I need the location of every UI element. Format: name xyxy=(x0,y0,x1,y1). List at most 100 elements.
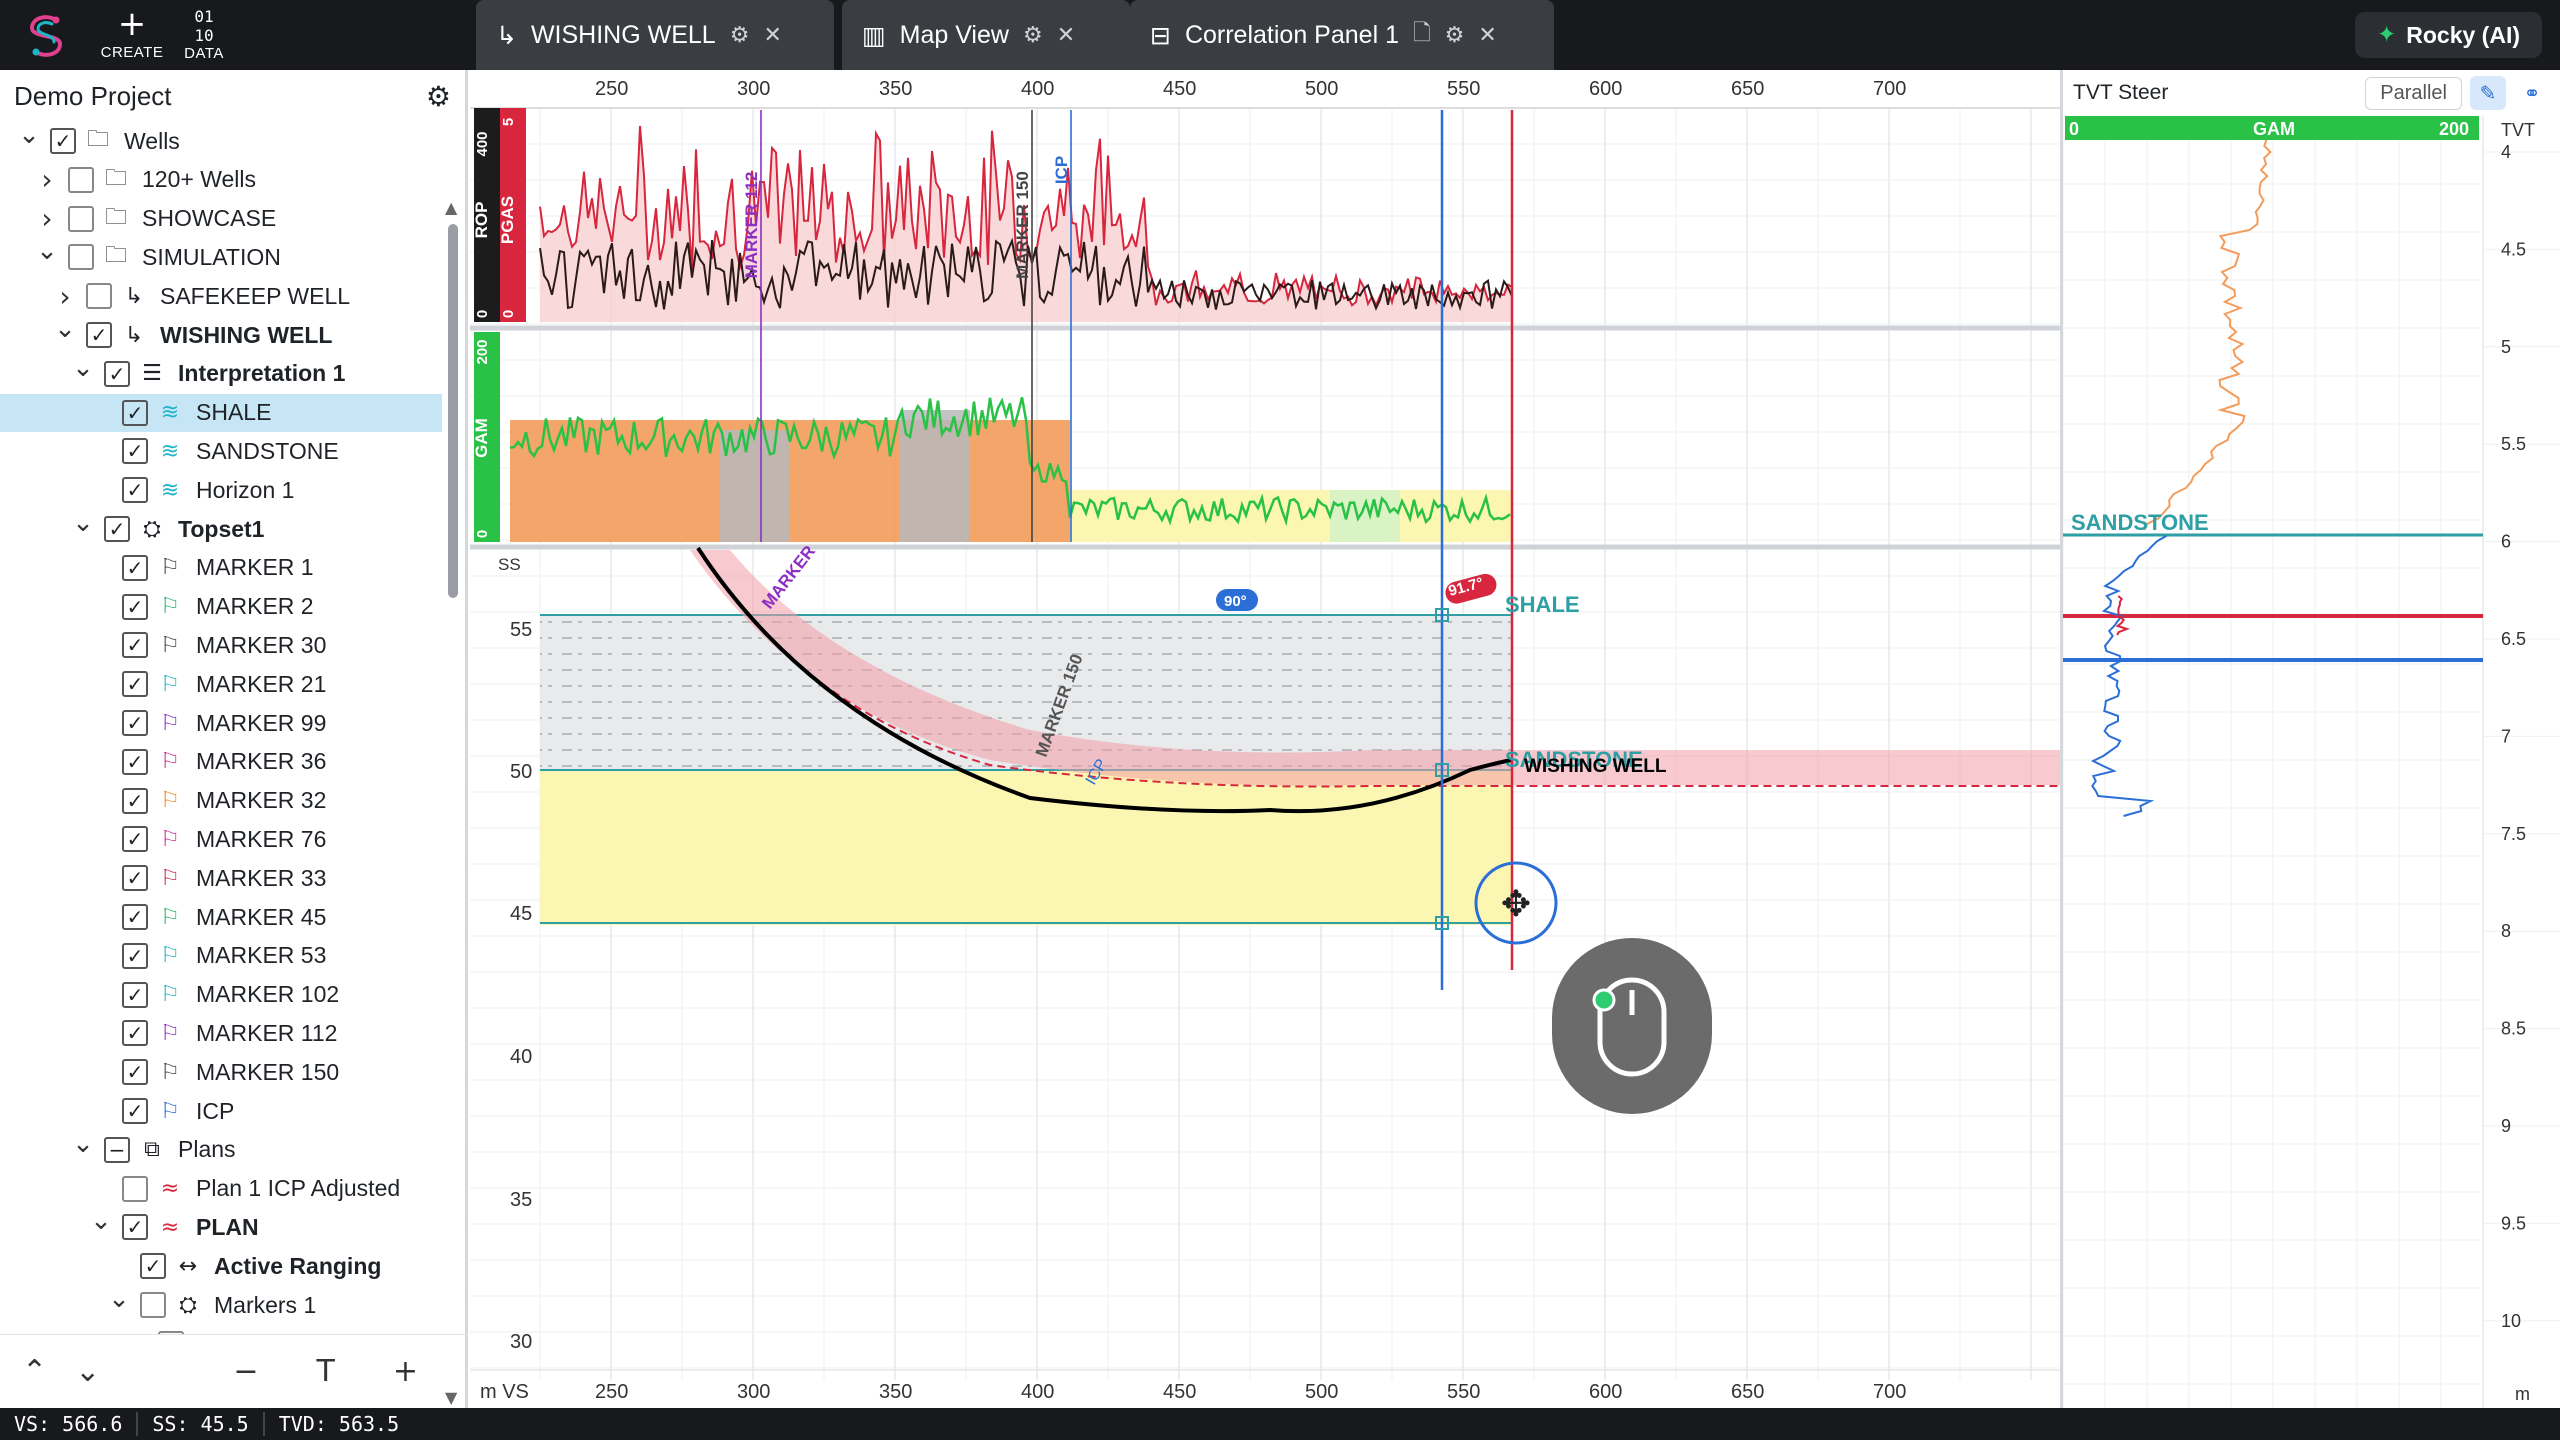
tree-item[interactable]: ✓ ⚐ MARKER 2 xyxy=(0,588,442,626)
tree-item[interactable]: ⌄ ✓ ≈ PLAN xyxy=(0,1206,442,1246)
checkbox[interactable]: ✓ xyxy=(50,128,76,154)
chevron-down-icon[interactable]: ⌄ xyxy=(34,236,60,266)
tvt-canvas[interactable]: 0 GAM 200 TVT4 4.5 5 5.5 6 6.5 7 7.5 8 8.5 9 9.5 10 m SAN… xyxy=(2063,116,2560,1408)
text-icon[interactable]: T xyxy=(317,1354,335,1389)
checkbox[interactable]: ✓ xyxy=(122,710,148,736)
cross-section-panel[interactable]: ROP 400 0 PGAS 5 0 GAM 200 0 SHALE SANDST… xyxy=(470,70,2060,1408)
tree-item[interactable]: ⌄ ✓ ⛭ Topset1 xyxy=(0,508,442,548)
checkbox[interactable]: ✓ xyxy=(122,671,148,698)
pencil-icon[interactable]: ✎ xyxy=(2470,76,2506,110)
checkbox[interactable]: ✓ xyxy=(122,865,148,892)
chevron-down-icon[interactable]: ⌄ xyxy=(70,353,96,383)
tree-item[interactable]: ✓ ⚐ MARKER 76 xyxy=(0,820,442,858)
chevron-down-icon[interactable]: ⌄ xyxy=(16,122,42,150)
tab-close-icon[interactable]: ✕ xyxy=(1057,23,1075,48)
move-icon[interactable]: ✥ xyxy=(1501,884,1531,925)
tree-item[interactable]: ✓ ⚐ MARKER 102 xyxy=(0,976,442,1014)
minus-icon[interactable]: − xyxy=(233,1354,258,1389)
checkbox[interactable]: ✓ xyxy=(122,632,148,659)
checkbox[interactable]: ✓ xyxy=(122,1214,148,1241)
checkbox[interactable] xyxy=(68,244,94,271)
checkbox[interactable]: ✓ xyxy=(122,942,148,969)
checkbox[interactable]: ✓ xyxy=(122,1059,148,1086)
checkbox[interactable] xyxy=(68,205,94,232)
tree-item[interactable]: ✓ ⚐ MARKER 99 xyxy=(0,704,442,742)
tree-item[interactable]: ✓ ≋ SANDSTONE xyxy=(0,432,442,470)
link-icon[interactable]: ⚭ xyxy=(2514,76,2550,110)
tree-item[interactable]: ⌄ 🗀 SIMULATION xyxy=(0,236,442,276)
checkbox[interactable]: ✓ xyxy=(122,593,148,620)
tree-item[interactable]: ✓ ⚐ MARKER 112 xyxy=(0,1014,442,1052)
expand-all-icon[interactable]: ⌄ xyxy=(75,1354,100,1389)
chevron-down-icon[interactable]: ⌄ xyxy=(106,1284,132,1314)
tab-settings-icon[interactable]: ⚙ xyxy=(1445,23,1465,48)
chevron-right-icon[interactable]: › xyxy=(34,202,60,235)
tree-item[interactable]: ✓ ⚐ MARKER 45 xyxy=(0,898,442,936)
checkbox[interactable]: ✓ xyxy=(104,360,130,387)
tree-item[interactable]: ✓ ⚐ MARKER 21 xyxy=(0,665,442,703)
tree-item[interactable]: › 🗀 120+ Wells xyxy=(0,161,442,199)
checkbox[interactable]: ✓ xyxy=(122,399,148,426)
checkbox[interactable]: ✓ xyxy=(104,516,130,542)
chevron-right-icon[interactable]: › xyxy=(52,280,78,313)
tab-settings-icon[interactable]: ⚙ xyxy=(730,23,750,48)
chevron-down-icon[interactable]: ⌄ xyxy=(52,314,78,344)
tree-item[interactable]: ≈ Plan 1 ICP Adjusted xyxy=(0,1170,442,1208)
checkbox[interactable] xyxy=(122,1175,148,1202)
checkbox[interactable]: ✓ xyxy=(122,787,148,814)
tab-file-icon[interactable]: 🗋 xyxy=(1413,16,1431,54)
gear-icon[interactable]: ⚙ xyxy=(426,80,451,113)
checkbox[interactable]: − xyxy=(104,1136,130,1163)
rocky-ai-button[interactable]: ✦ Rocky (AI) xyxy=(2354,12,2542,58)
parallel-button[interactable]: Parallel xyxy=(2365,76,2462,110)
tree-item[interactable]: ✓ ⚐ MARKER 30 xyxy=(0,626,442,664)
tree-item[interactable]: › ↳ SAFEKEEP WELL xyxy=(0,277,442,315)
tab-close-icon[interactable]: ✕ xyxy=(1478,23,1496,48)
tree-item[interactable]: ✓ ≋ SHALE xyxy=(0,393,442,432)
tree-item[interactable]: ✓ ⚐ MARKER 150 xyxy=(0,1053,442,1091)
checkbox[interactable]: ✓ xyxy=(122,826,148,853)
checkbox[interactable] xyxy=(140,1292,166,1318)
collapse-all-icon[interactable]: ⌃ xyxy=(22,1354,47,1389)
tree-item[interactable]: ✓ ⚐ MARKER 32 xyxy=(0,782,442,820)
tree-item[interactable]: ⌄ ✓ 🗀 Wells xyxy=(0,122,442,160)
checkbox[interactable]: ✓ xyxy=(140,1253,166,1280)
chevron-down-icon[interactable]: ⌄ xyxy=(70,508,96,538)
tree-item[interactable]: ✓ ⚐ MARKER 36 xyxy=(0,743,442,781)
checkbox[interactable] xyxy=(86,283,112,310)
data-button[interactable]: 01 10 DATA xyxy=(164,4,244,66)
tree-item[interactable]: ⌄ − ⧉ Plans xyxy=(0,1129,442,1169)
tree-item[interactable]: ✓ ≋ Horizon 1 xyxy=(0,471,442,509)
app-logo[interactable] xyxy=(16,8,76,64)
create-button[interactable]: + CREATE xyxy=(92,4,172,66)
chevron-down-icon[interactable]: ⌄ xyxy=(88,1206,114,1236)
tab-map-view[interactable]: ▥ Map View ⚙ ✕ xyxy=(842,0,1130,70)
tree-item[interactable]: ✓ ↔ Active Ranging xyxy=(0,1247,442,1285)
checkbox[interactable] xyxy=(68,166,94,193)
checkbox[interactable]: ✓ xyxy=(122,904,148,930)
checkbox[interactable]: ✓ xyxy=(122,981,148,1008)
tree-item[interactable]: ✓ ⚐ MARKER 53 xyxy=(0,937,442,975)
tree-item[interactable]: ⌄ ✓ ↳ WISHING WELL xyxy=(0,314,442,354)
tree-item[interactable]: ✓ ⚐ MARKER 1 xyxy=(0,549,442,587)
cross-section-canvas[interactable]: ROP 400 0 PGAS 5 0 GAM 200 0 SHALESANDST… xyxy=(470,70,2060,1408)
tree-item[interactable]: ✓ ⚐ MARKER 33 xyxy=(0,859,442,897)
tree-item[interactable]: ⌄ ✓ ☰ Interpretation 1 xyxy=(0,353,442,393)
scroll-thumb[interactable] xyxy=(448,224,458,598)
checkbox[interactable]: ✓ xyxy=(122,477,148,504)
plus-icon[interactable]: + xyxy=(393,1354,418,1389)
checkbox[interactable]: ✓ xyxy=(122,1098,148,1124)
tab-close-icon[interactable]: ✕ xyxy=(763,23,781,48)
tree-item[interactable]: ✓ ⚐ ICP xyxy=(0,1092,442,1130)
chevron-down-icon[interactable]: ⌄ xyxy=(70,1129,96,1159)
checkbox[interactable]: ✓ xyxy=(122,438,148,465)
tab-wishing-well[interactable]: ↳ WISHING WELL ⚙ ✕ xyxy=(476,0,834,70)
checkbox[interactable]: ✓ xyxy=(122,748,148,775)
tree-item[interactable]: ⌄ ⛭ Markers 1 xyxy=(0,1284,442,1324)
tree-item[interactable]: ⚐MARKER 1 xyxy=(0,1325,442,1334)
tree-item[interactable]: › 🗀 SHOWCASE xyxy=(0,200,442,238)
scroll-up-icon[interactable]: ▲ xyxy=(445,198,457,217)
checkbox[interactable]: ✓ xyxy=(86,322,112,348)
checkbox[interactable]: ✓ xyxy=(122,1020,148,1047)
tab-settings-icon[interactable]: ⚙ xyxy=(1023,23,1043,48)
